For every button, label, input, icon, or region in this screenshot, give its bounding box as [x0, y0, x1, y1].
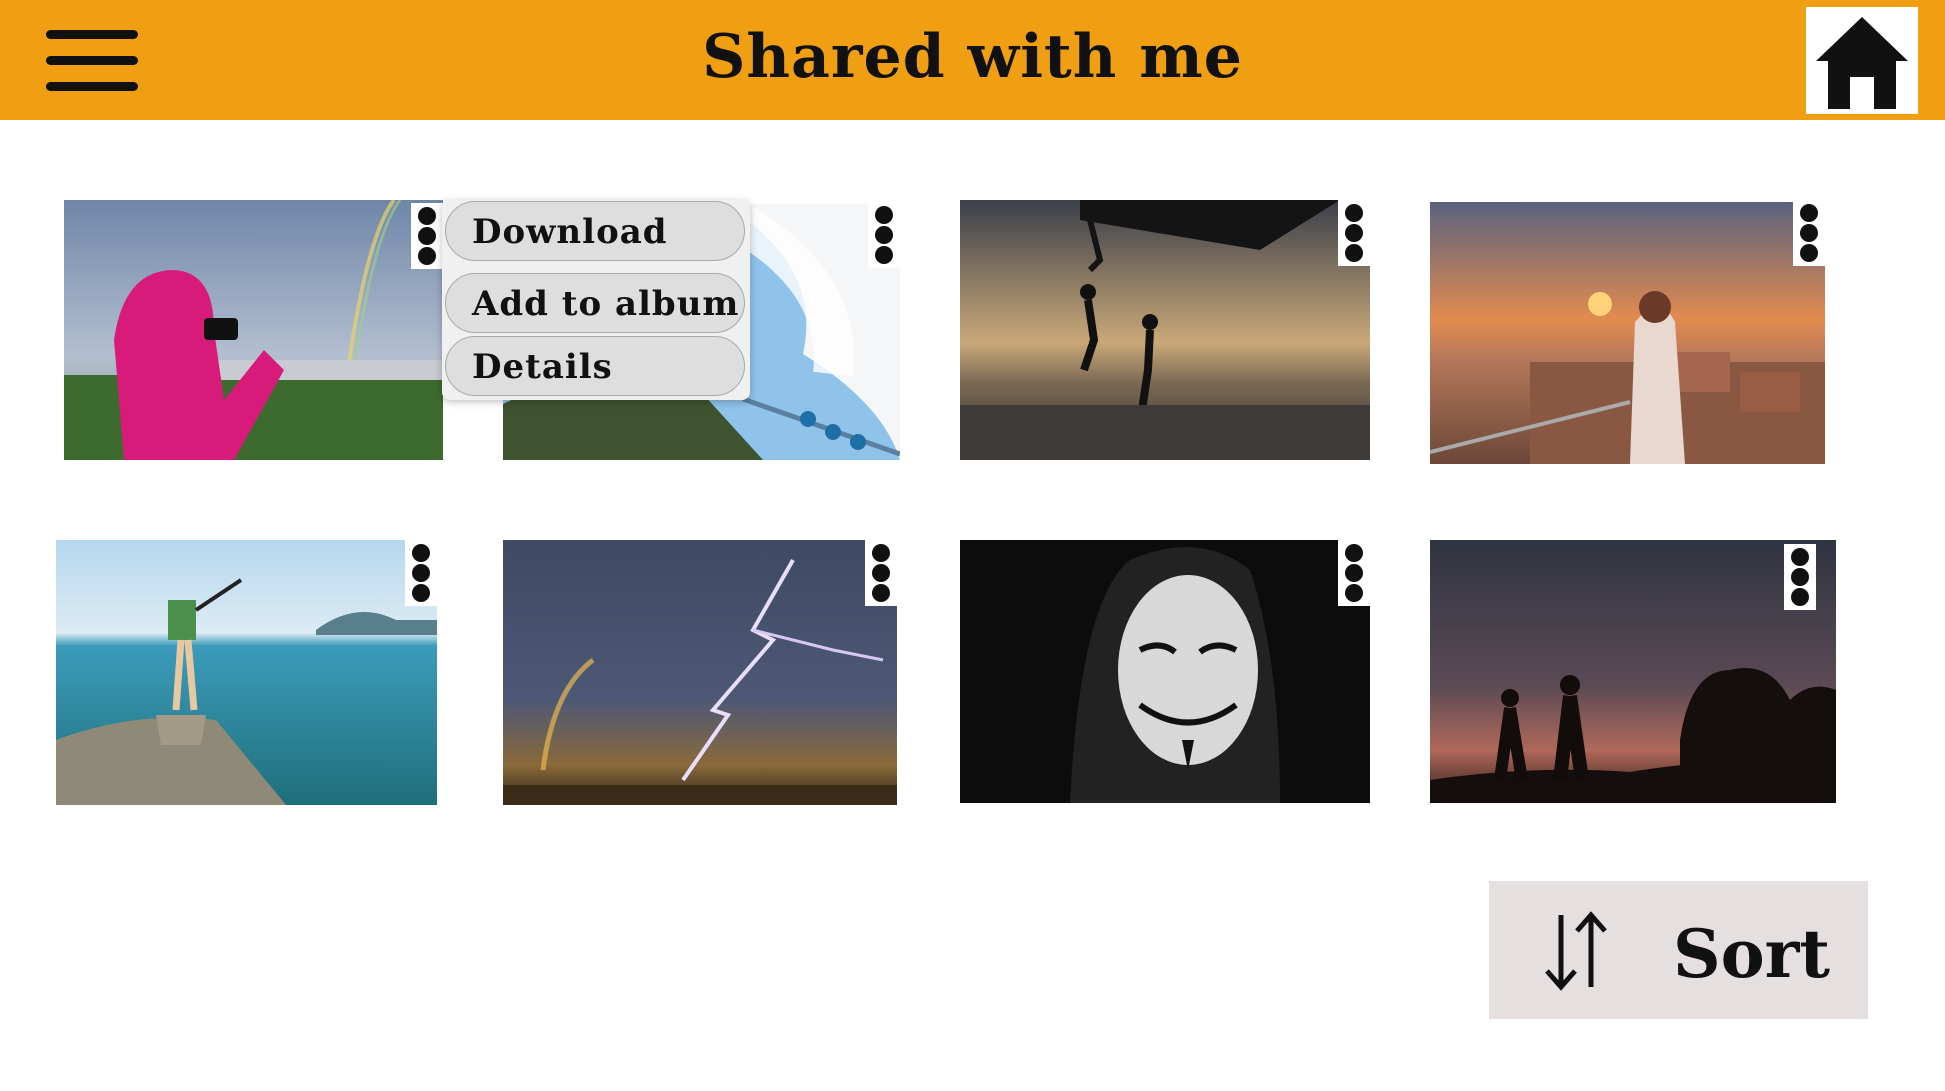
photo-image — [503, 540, 897, 805]
photo-image — [56, 540, 437, 805]
home-button[interactable] — [1806, 7, 1918, 114]
photo-tile[interactable] — [1430, 540, 1836, 803]
more-options-icon[interactable] — [411, 203, 443, 269]
photo-tile[interactable] — [960, 200, 1370, 460]
photo-tile[interactable] — [503, 540, 897, 805]
photo-image — [64, 200, 443, 460]
photo-tile[interactable] — [64, 200, 443, 460]
more-options-icon[interactable] — [1793, 202, 1825, 266]
photo-tile[interactable] — [1430, 202, 1825, 464]
more-options-icon[interactable] — [405, 540, 437, 606]
page-title: Shared with me — [702, 22, 1243, 92]
photo-image — [960, 540, 1370, 803]
sort-label: Sort — [1673, 915, 1830, 993]
photo-image — [1430, 540, 1836, 803]
photo-context-menu: Download Add to album Details — [442, 200, 750, 400]
home-icon — [1816, 17, 1908, 109]
menu-item-add-to-album[interactable]: Add to album — [445, 273, 745, 333]
photo-tile[interactable] — [960, 540, 1370, 803]
more-options-icon[interactable] — [865, 540, 897, 606]
photo-image — [960, 200, 1370, 460]
menu-item-details[interactable]: Details — [445, 336, 745, 396]
sort-arrows-icon — [1545, 911, 1607, 991]
photo-image — [1430, 202, 1825, 464]
menu-item-download[interactable]: Download — [445, 201, 745, 261]
more-options-icon[interactable] — [868, 204, 900, 268]
top-bar: Shared with me — [0, 0, 1945, 120]
sort-button[interactable]: Sort — [1489, 881, 1868, 1019]
more-options-icon[interactable] — [1784, 544, 1816, 610]
photo-tile[interactable] — [56, 540, 437, 805]
more-options-icon[interactable] — [1338, 200, 1370, 266]
more-options-icon[interactable] — [1338, 540, 1370, 606]
